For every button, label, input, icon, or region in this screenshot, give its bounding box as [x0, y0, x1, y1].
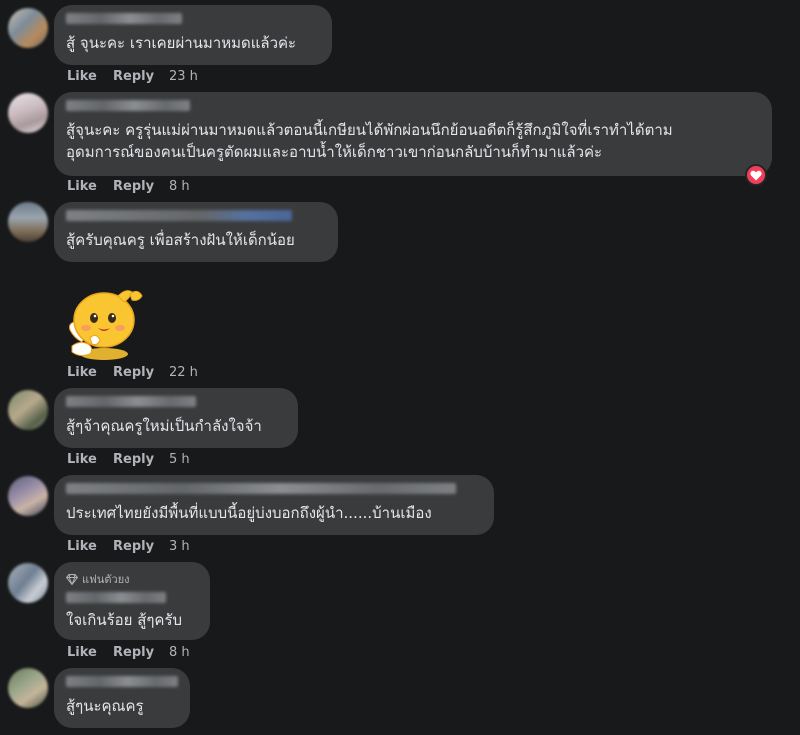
like-button[interactable]: Like	[67, 645, 113, 660]
comment-bubble: สู้ๆนะคุณครู	[54, 668, 190, 728]
comment-text: สู้ครับคุณครู เพื่อสร้างฝันให้เด็กน้อย	[66, 231, 295, 249]
comment-bubble: สู้ครับคุณครู เพื่อสร้างฝันให้เด็กน้อย	[54, 202, 338, 262]
author-name[interactable]	[66, 13, 182, 24]
comment-text: สู้ๆจ้าคุณครูใหม่เป็นกำลังใจจ้า	[66, 417, 262, 435]
like-button[interactable]: Like	[67, 365, 113, 380]
like-button[interactable]: Like	[67, 69, 113, 84]
like-button[interactable]: Like	[67, 452, 113, 467]
author-name[interactable]	[66, 483, 456, 494]
timestamp[interactable]: 8 h	[169, 179, 190, 194]
author-name[interactable]	[66, 592, 166, 603]
timestamp[interactable]: 23 h	[169, 69, 198, 84]
comment-bubble: ประเทศไทยยังมีพื้นที่แบบนี้อยู่บ่งบอกถึง…	[54, 475, 494, 535]
author-name[interactable]	[66, 396, 196, 407]
comment-bubble: สู้จุนะคะ ครูรุ่นแม่ผ่านมาหมดแล้วตอนนี้เ…	[54, 92, 772, 176]
reply-button[interactable]: Reply	[113, 365, 169, 380]
author-name[interactable]	[66, 100, 190, 111]
comment-actions: Like Reply 23 h	[67, 69, 198, 84]
avatar[interactable]	[8, 202, 48, 242]
comment-bubble: แฟนตัวยง ใจเกินร้อย สู้ๆครับ	[54, 562, 210, 640]
avatar[interactable]	[8, 476, 48, 516]
comment-bubble: สู้ จุนะคะ เราเคยผ่านมาหมดแล้วค่ะ	[54, 5, 332, 65]
reply-button[interactable]: Reply	[113, 645, 169, 660]
reply-button[interactable]: Reply	[113, 69, 169, 84]
sticker-icon[interactable]	[60, 282, 144, 360]
avatar[interactable]	[8, 563, 48, 603]
author-name[interactable]	[66, 676, 178, 687]
love-reaction-icon[interactable]	[745, 164, 767, 186]
like-button[interactable]: Like	[67, 539, 113, 554]
reply-button[interactable]: Reply	[113, 179, 169, 194]
comment-text: สู้ๆนะคุณครู	[66, 697, 144, 715]
comment-actions: Like Reply 8 h	[67, 179, 190, 194]
timestamp[interactable]: 3 h	[169, 539, 190, 554]
comment-actions: Like Reply 8 h	[67, 645, 190, 660]
like-button[interactable]: Like	[67, 179, 113, 194]
comment-text-line-2: อุดมการณ์ของคนเป็นครูตัดผมและอาบน้ำให้เด…	[66, 143, 603, 161]
badge-label: แฟนตัวยง	[82, 573, 130, 586]
timestamp[interactable]: 8 h	[169, 645, 190, 660]
timestamp[interactable]: 5 h	[169, 452, 190, 467]
reply-button[interactable]: Reply	[113, 452, 169, 467]
avatar[interactable]	[8, 668, 48, 708]
comment-actions: Like Reply 22 h	[67, 365, 198, 380]
comment-actions: Like Reply 5 h	[67, 452, 190, 467]
comment-text: ประเทศไทยยังมีพื้นที่แบบนี้อยู่บ่งบอกถึง…	[66, 504, 432, 522]
diamond-icon	[66, 573, 78, 585]
comment-bubble: สู้ๆจ้าคุณครูใหม่เป็นกำลังใจจ้า	[54, 388, 298, 448]
comment-actions: Like Reply 3 h	[67, 539, 190, 554]
comment-text: ใจเกินร้อย สู้ๆครับ	[66, 611, 183, 629]
avatar[interactable]	[8, 93, 48, 133]
top-fan-badge: แฟนตัวยง	[66, 570, 198, 588]
author-name[interactable]	[66, 210, 292, 221]
reply-button[interactable]: Reply	[113, 539, 169, 554]
comment-text: สู้ จุนะคะ เราเคยผ่านมาหมดแล้วค่ะ	[66, 34, 297, 52]
avatar[interactable]	[8, 8, 48, 48]
timestamp[interactable]: 22 h	[169, 365, 198, 380]
avatar[interactable]	[8, 390, 48, 430]
comment-text-line-1: สู้จุนะคะ ครูรุ่นแม่ผ่านมาหมดแล้วตอนนี้เ…	[66, 121, 673, 139]
